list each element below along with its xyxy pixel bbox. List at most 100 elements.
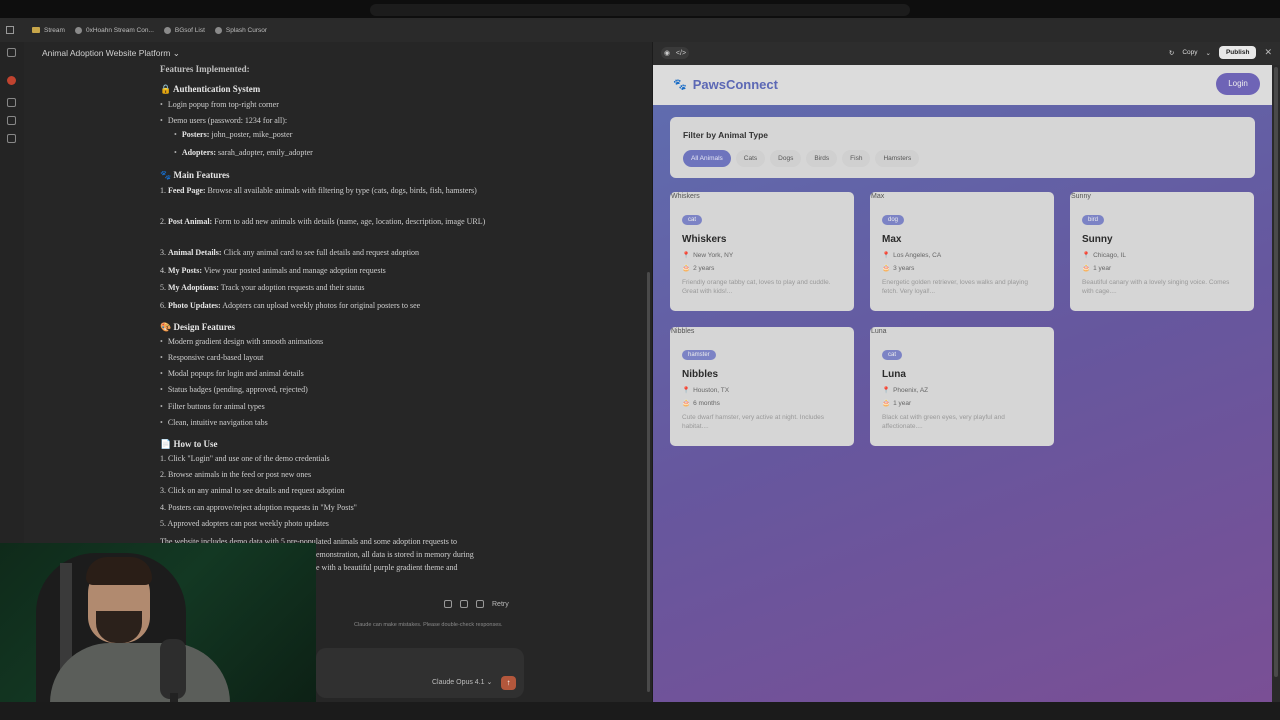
age: 🎂 1 year [882, 399, 911, 407]
site-header: 🐾 PawsConnect Login [653, 65, 1272, 105]
description: Friendly orange tabby cat, loves to play… [682, 279, 831, 296]
animal-card[interactable]: Luna cat Luna 📍 Phoenix, AZ 🎂 1 year Black… [870, 327, 1054, 446]
disclaimer: Claude can make mistakes. Please double-… [354, 622, 503, 628]
age: 🎂 3 years [882, 264, 914, 272]
list-text: Clean, intuitive navigation tabs [167, 418, 268, 427]
animal-name: Max [882, 234, 902, 245]
location-text: Phoenix, AZ [893, 387, 929, 394]
animal-name: Whiskers [682, 234, 727, 245]
search-icon[interactable] [7, 98, 16, 107]
copy-icon[interactable] [444, 600, 452, 608]
microphone [160, 639, 186, 699]
pin-icon: 📍 [882, 252, 891, 259]
cake-icon: 🎂 [882, 265, 891, 272]
chevron-down-icon[interactable]: ⌄ [1206, 49, 1211, 57]
age-text: 1 year [893, 400, 912, 407]
filter-title: Filter by Animal Type [683, 130, 769, 140]
list-item: 2. Browse animals in the feed or post ne… [160, 470, 312, 479]
filter-cats[interactable]: Cats [735, 150, 766, 167]
site-logo[interactable]: 🐾 PawsConnect [673, 77, 778, 92]
bookmark-splash-cursor[interactable]: Splash Cursor [214, 26, 267, 34]
animal-card[interactable]: Sunny bird Sunny 📍 Chicago, IL 🎂 1 year Be… [1070, 192, 1254, 311]
chat-input[interactable] [316, 648, 524, 698]
pin-icon: 📍 [882, 387, 891, 394]
list-label: Posters: [181, 130, 210, 139]
filter-hamsters[interactable]: Hamsters [875, 150, 920, 167]
paw-icon: 🐾 [673, 79, 687, 91]
features-heading: Features Implemented: [160, 64, 250, 74]
description: Beautiful canary with a lovely singing v… [1082, 279, 1230, 296]
list-item: 1. Feed Page: Browse all available anima… [160, 186, 477, 195]
apps-grid-icon[interactable] [6, 26, 14, 34]
sidebar-toggle-icon[interactable] [7, 48, 16, 57]
model-selector[interactable]: Claude Opus 4.1 ⌄ [432, 678, 492, 686]
chats-icon[interactable] [7, 116, 16, 125]
thumbs-down-icon[interactable] [476, 600, 484, 608]
bookmark-label: Stream [44, 26, 65, 34]
code-icon[interactable]: </> [676, 50, 686, 57]
refresh-icon[interactable]: ↻ [1169, 49, 1174, 57]
filter-fish[interactable]: Fish [842, 150, 871, 167]
cake-icon: 🎂 [682, 400, 691, 407]
list-text: Adopters can upload weekly photos for or… [220, 301, 421, 310]
webcam-overlay [0, 543, 316, 720]
list-label: Feed Page: [168, 186, 206, 195]
preview-toolbar: ◉ </> ↻ Copy ⌄ Publish ✕ [653, 42, 1280, 65]
bookmark-stream-con[interactable]: 0xHoahn Stream Con... [74, 26, 154, 34]
projects-icon[interactable] [7, 134, 16, 143]
animal-card[interactable]: Nibbles hamster Nibbles 📍 Houston, TX 🎂 6 … [670, 327, 854, 446]
list-item: 6. Photo Updates: Adopters can upload we… [160, 301, 421, 310]
login-button[interactable]: Login [1216, 73, 1260, 95]
list-text: Filter buttons for animal types [167, 402, 265, 411]
list-item: 4. My Posts: View your posted animals an… [160, 266, 386, 275]
preview-scrollbar[interactable] [1274, 67, 1278, 677]
main-features-heading: 🐾 Main Features [160, 170, 230, 180]
list-label: My Posts: [168, 266, 202, 275]
view-toggle[interactable]: ◉ </> [661, 47, 689, 59]
summary-text: emonstration, all data is stored in memo… [316, 550, 474, 559]
retry-button[interactable]: Retry [492, 601, 509, 608]
list-text: Browse all available animals with filter… [205, 186, 477, 195]
summary-text: e with a beautiful purple gradient theme… [316, 563, 458, 572]
animal-card[interactable]: Max dog Max 📍 Los Angeles, CA 🎂 3 years En… [870, 192, 1054, 311]
list-item: 2. Post Animal: Form to add new animals … [160, 217, 486, 226]
new-chat-icon[interactable] [7, 76, 16, 85]
location-text: Chicago, IL [1093, 252, 1126, 259]
age-text: 3 years [893, 265, 915, 272]
animal-card[interactable]: Whiskers cat Whiskers 📍 New York, NY 🎂 2 y… [670, 192, 854, 311]
list-item: Status badges (pending, approved, reject… [160, 385, 308, 395]
list-text: Form to add new animals with details (na… [212, 217, 486, 226]
list-text: Responsive card-based layout [167, 353, 264, 362]
arrow-up-icon: ↑ [506, 678, 511, 687]
browser-top-bar [0, 0, 1280, 18]
list-item: Adopters: sarah_adopter, emily_adopter [174, 148, 313, 158]
filter-chips: All Animals Cats Dogs Birds Fish Hamster… [683, 150, 920, 167]
publish-button[interactable]: Publish [1218, 46, 1257, 59]
animal-name: Nibbles [682, 369, 719, 380]
eye-icon[interactable]: ◉ [664, 49, 670, 57]
conversation-title[interactable]: Animal Adoption Website Platform ⌄ [42, 48, 180, 59]
chat-scrollbar[interactable] [647, 272, 650, 692]
age-text: 1 year [1093, 265, 1112, 272]
type-badge: bird [1082, 215, 1105, 225]
broken-image-alt: Max [871, 193, 885, 200]
cake-icon: 🎂 [1082, 265, 1091, 272]
address-bar[interactable] [370, 4, 910, 16]
filter-dogs[interactable]: Dogs [770, 150, 802, 167]
filter-all-animals[interactable]: All Animals [683, 150, 731, 167]
bookmarks-bar: Stream 0xHoahn Stream Con... BGsof List … [0, 18, 1280, 42]
animal-name: Luna [882, 369, 906, 380]
list-text: View your posted animals and manage adop… [202, 266, 386, 275]
list-label: Post Animal: [168, 217, 213, 226]
type-badge: cat [682, 215, 703, 225]
copy-button[interactable]: Copy [1182, 49, 1197, 56]
filter-birds[interactable]: Birds [806, 150, 838, 167]
bookmark-stream[interactable]: Stream [32, 27, 65, 34]
send-button[interactable]: ↑ [501, 676, 516, 690]
bookmark-bgsof-list[interactable]: BGsof List [163, 26, 205, 34]
type-badge: hamster [682, 350, 716, 360]
thumbs-up-icon[interactable] [460, 600, 468, 608]
close-icon[interactable]: ✕ [1264, 47, 1272, 58]
auth-heading: 🔒 Authentication System [160, 84, 261, 94]
age: 🎂 6 months [682, 399, 720, 407]
